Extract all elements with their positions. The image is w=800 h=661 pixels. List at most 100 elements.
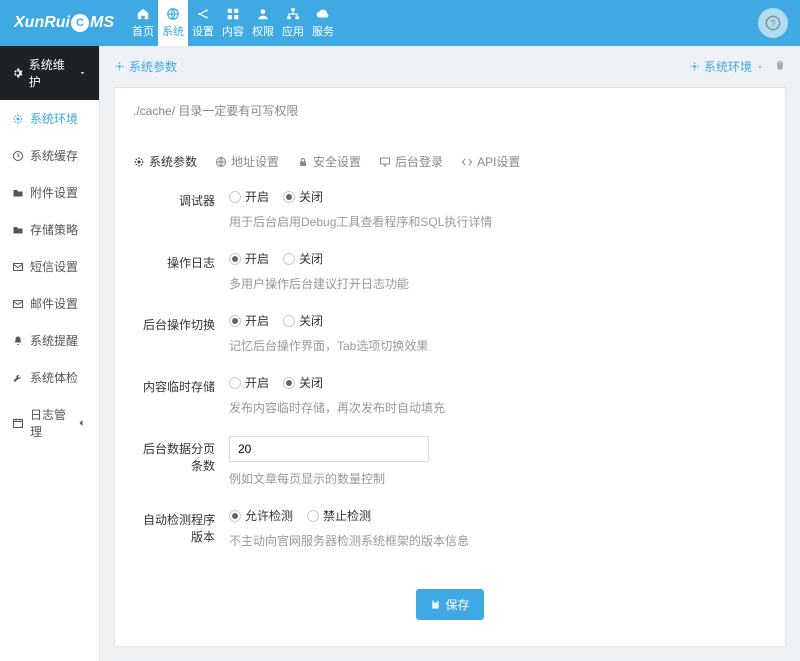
label: 后台操作切换 [133, 312, 229, 364]
nav-sitemap[interactable]: 应用 [278, 0, 308, 46]
nav-label: 设置 [192, 23, 214, 39]
nav-label: 首页 [132, 23, 154, 39]
save-icon [430, 599, 441, 610]
radio-off[interactable]: 关闭 [283, 188, 323, 205]
hint: 记忆后台操作界面，Tab选项切换效果 [229, 337, 767, 354]
calendar-icon [12, 417, 24, 429]
folder-icon [12, 224, 24, 236]
sidebar-item[interactable]: 存储策略 [0, 211, 99, 248]
hint: 用于后台启用Debug工具查看程序和SQL执行详情 [229, 213, 767, 230]
label: 自动检测程序版本 [133, 507, 229, 559]
sidebar-item[interactable]: 系统提醒 [0, 322, 99, 359]
form-row-fyts: 后台数据分页条数例如文章每页显示的数量控制 [133, 436, 767, 497]
sidebar-list: 系统环境系统缓存附件设置存储策略短信设置邮件设置系统提醒系统体检日志管理 [0, 100, 99, 450]
form-row-jcbb: 自动检测程序版本允许检测禁止检测不主动向官网服务器检测系统框架的版本信息 [133, 507, 767, 559]
top-header: XunRuiCMS 首页系统设置内容权限应用服务 ? [0, 0, 800, 46]
gear-icon [12, 113, 24, 125]
nav-th[interactable]: 内容 [218, 0, 248, 46]
lock-icon [297, 156, 309, 168]
code-icon [461, 156, 473, 168]
caret-down-icon [756, 63, 764, 71]
brand-logo: XunRuiCMS [0, 14, 128, 32]
help-icon: ? [765, 15, 781, 31]
radio-off[interactable]: 关闭 [283, 374, 323, 391]
tabs: 系统参数 地址设置 安全设置 后台登录 API设置 [133, 143, 767, 188]
globe-icon [166, 7, 180, 21]
gear-icon [689, 61, 700, 72]
label: 操作日志 [133, 250, 229, 302]
sidebar-item[interactable]: 系统环境 [0, 100, 99, 137]
settings-form: 调试器开启关闭用于后台启用Debug工具查看程序和SQL执行详情操作日志开启关闭… [133, 188, 767, 559]
nav-user[interactable]: 权限 [248, 0, 278, 46]
form-row-czrz: 操作日志开启关闭多用户操作后台建议打开日志功能 [133, 250, 767, 302]
nav-label: 权限 [252, 23, 274, 39]
form-row-tsq: 调试器开启关闭用于后台启用Debug工具查看程序和SQL执行详情 [133, 188, 767, 240]
label: 调试器 [133, 188, 229, 240]
nav-home[interactable]: 首页 [128, 0, 158, 46]
tab-code[interactable]: API设置 [461, 153, 520, 170]
sidebar-item[interactable]: 日志管理 [0, 396, 99, 450]
mail-icon [12, 261, 24, 273]
radio-on[interactable]: 允许检测 [229, 507, 293, 524]
tab-globe[interactable]: 地址设置 [215, 153, 279, 170]
svg-text:?: ? [770, 18, 775, 28]
folder-icon [12, 187, 24, 199]
nav-label: 应用 [282, 23, 304, 39]
page-size-input[interactable] [229, 436, 429, 462]
tab-gear[interactable]: 系统参数 [133, 153, 197, 170]
wrench-icon [12, 372, 24, 384]
content-topbar: 系统参数 系统环境 [114, 46, 786, 87]
sidebar-item[interactable]: 邮件设置 [0, 285, 99, 322]
nav-cloud[interactable]: 服务 [308, 0, 338, 46]
breadcrumb[interactable]: 系统参数 [114, 58, 177, 75]
chevron-down-icon [78, 68, 87, 78]
sitemap-icon [286, 7, 300, 21]
user-avatar[interactable]: ? [758, 8, 788, 38]
trash-icon [774, 59, 786, 71]
nav-share[interactable]: 设置 [188, 0, 218, 46]
trash-button[interactable] [774, 59, 786, 74]
radio-off[interactable]: 禁止检测 [307, 507, 371, 524]
sidebar-item[interactable]: 系统缓存 [0, 137, 99, 174]
save-button[interactable]: 保存 [416, 589, 483, 620]
tab-desktop[interactable]: 后台登录 [379, 153, 443, 170]
label: 内容临时存储 [133, 374, 229, 426]
sidebar: 系统维护 系统环境系统缓存附件设置存储策略短信设置邮件设置系统提醒系统体检日志管… [0, 46, 100, 661]
home-icon [136, 7, 150, 21]
hint: 发布内容临时存储，再次发布时自动填充 [229, 399, 767, 416]
hint: 不主动向官网服务器检测系统框架的版本信息 [229, 532, 767, 549]
hint: 多用户操作后台建议打开日志功能 [229, 275, 767, 292]
radio-on[interactable]: 开启 [229, 374, 269, 391]
radio-on[interactable]: 开启 [229, 250, 269, 267]
sidebar-item[interactable]: 附件设置 [0, 174, 99, 211]
sidebar-item[interactable]: 短信设置 [0, 248, 99, 285]
clock-icon [12, 150, 24, 162]
radio-off[interactable]: 关闭 [283, 312, 323, 329]
th-icon [226, 7, 240, 21]
content-area: 系统参数 系统环境 ./cache/ 目录一定要有可写权限 系统参数地址设置安全… [100, 46, 800, 661]
notice-bar: ./cache/ 目录一定要有可写权限 [115, 88, 785, 133]
sidebar-header[interactable]: 系统维护 [0, 46, 99, 100]
desktop-icon [379, 156, 391, 168]
share-icon [196, 7, 210, 21]
nav-globe[interactable]: 系统 [158, 0, 188, 46]
nav-label: 服务 [312, 23, 334, 39]
sidebar-item[interactable]: 系统体检 [0, 359, 99, 396]
gear-icon [133, 156, 145, 168]
user-icon [256, 7, 270, 21]
radio-off[interactable]: 关闭 [283, 250, 323, 267]
main-panel: ./cache/ 目录一定要有可写权限 系统参数 地址设置 安全设置 后台登录 API设… [114, 87, 786, 647]
radio-on[interactable]: 开启 [229, 188, 269, 205]
hint: 例如文章每页显示的数量控制 [229, 470, 767, 487]
nav-label: 内容 [222, 23, 244, 39]
env-link[interactable]: 系统环境 [689, 58, 764, 75]
form-row-lscc: 内容临时存储开启关闭发布内容临时存储，再次发布时自动填充 [133, 374, 767, 426]
bell-icon [12, 335, 24, 347]
globe-icon [215, 156, 227, 168]
gear-icon [114, 61, 125, 72]
main-nav: 首页系统设置内容权限应用服务 [128, 0, 338, 46]
cloud-icon [316, 7, 330, 21]
nav-label: 系统 [162, 23, 184, 39]
tab-lock[interactable]: 安全设置 [297, 153, 361, 170]
radio-on[interactable]: 开启 [229, 312, 269, 329]
